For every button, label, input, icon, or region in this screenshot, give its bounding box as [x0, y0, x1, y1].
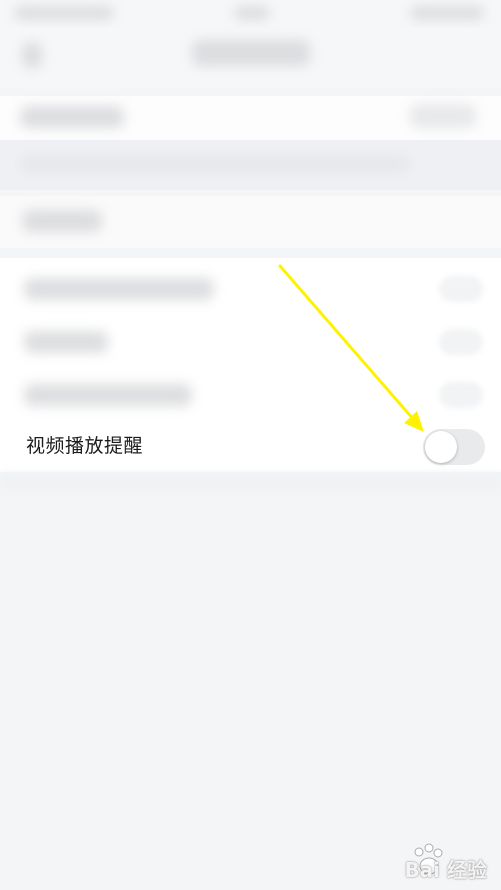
video-playback-reminder-label: 视频播放提醒 [26, 435, 144, 457]
top-setting-action-blurred[interactable] [410, 104, 476, 128]
top-setting-row-blurred [0, 96, 501, 140]
list-item[interactable] [0, 315, 501, 368]
toggle-switch-icon[interactable] [439, 382, 483, 408]
list-item[interactable] [0, 262, 501, 315]
video-playback-reminder-toggle[interactable] [423, 429, 485, 465]
back-icon[interactable] [22, 42, 42, 68]
section-header-label-blurred [22, 210, 102, 232]
section-note-blurred [0, 140, 501, 190]
status-bar [0, 0, 501, 28]
page-title-blurred [192, 40, 310, 66]
toggle-switch-icon[interactable] [439, 329, 483, 355]
video-playback-reminder-row[interactable]: 视频播放提醒 [0, 420, 501, 472]
status-bar-time-blurred [234, 6, 270, 20]
list-item-label-blurred [24, 384, 192, 406]
list-item-label-blurred [24, 331, 108, 353]
list-item-label-blurred [24, 278, 214, 300]
below-row-blurred [0, 472, 501, 490]
list-item[interactable] [0, 368, 501, 421]
section-header-blurred [0, 196, 501, 248]
status-bar-carrier-blurred [14, 6, 114, 20]
watermark: Bai 经验 [367, 843, 487, 884]
toggle-knob [425, 431, 457, 463]
settings-screen: 视频播放提醒 Bai 经验 [0, 0, 501, 890]
section-note-text-blurred [20, 156, 410, 172]
nav-bar [0, 28, 501, 88]
top-setting-label-blurred [20, 106, 124, 128]
status-bar-battery-blurred [410, 6, 484, 20]
toggle-switch-icon[interactable] [439, 276, 483, 302]
watermark-text: Bai 经验 [404, 858, 487, 882]
